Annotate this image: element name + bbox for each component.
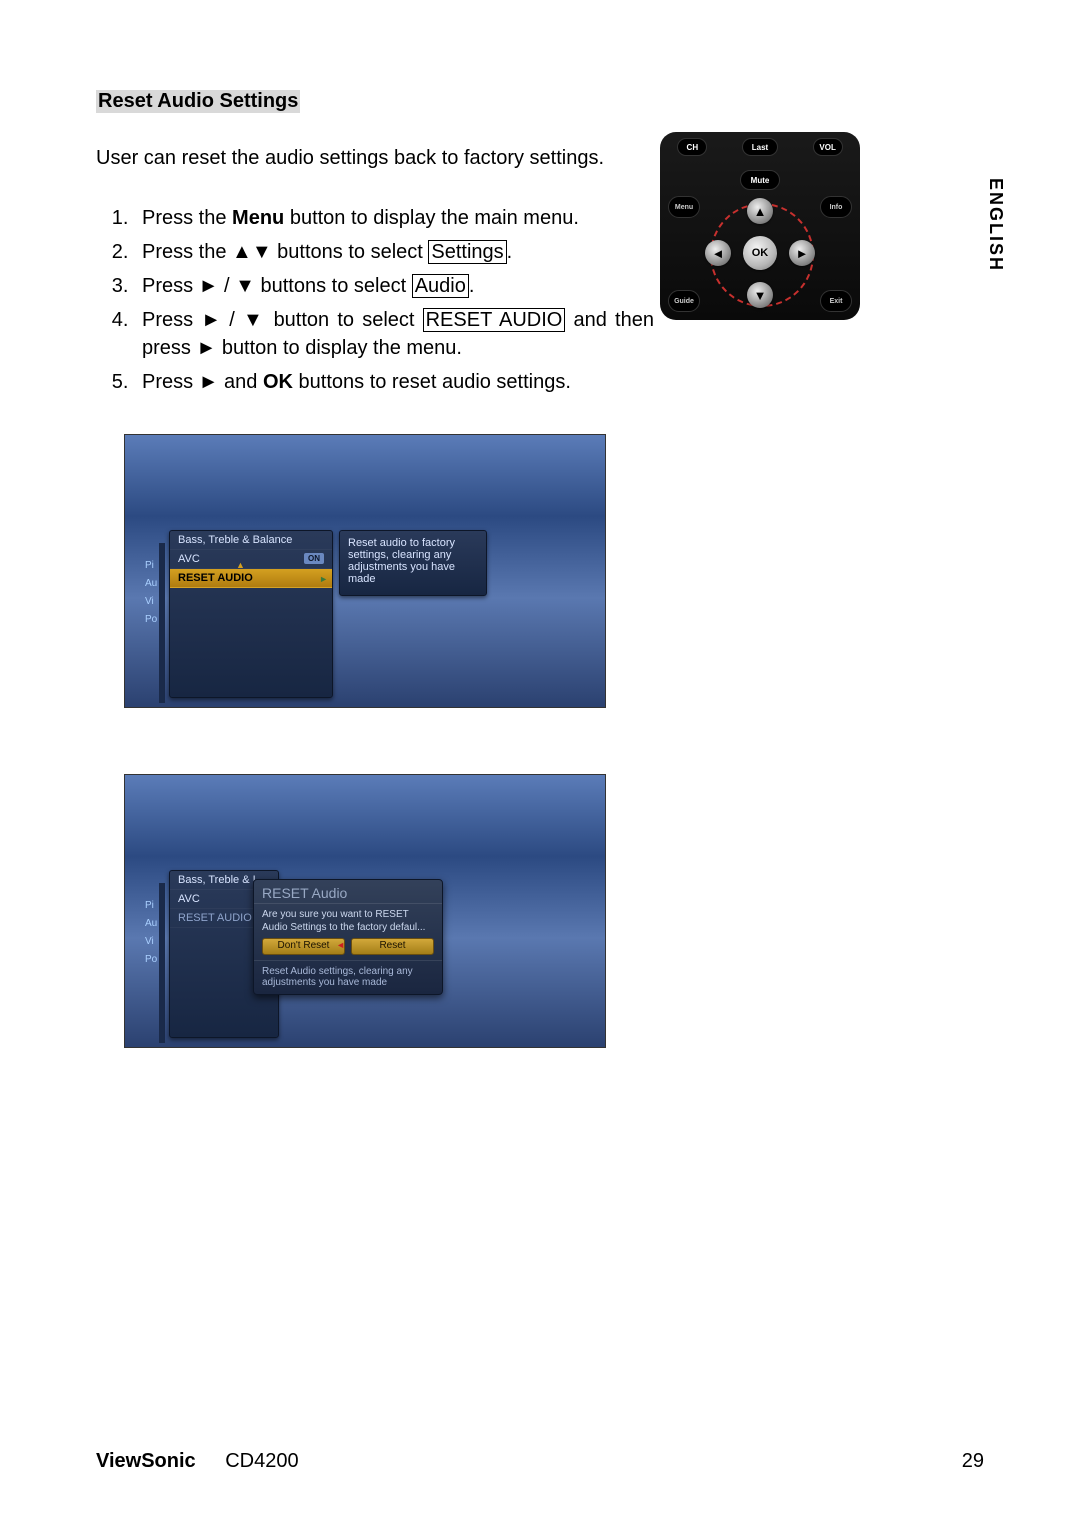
osd-side-labels: Pi Au Vi Po xyxy=(145,897,159,969)
dont-reset-button: Don't Reset ◄ xyxy=(262,938,345,955)
dialog-footer: Reset Audio settings, clearing any adjus… xyxy=(254,960,442,994)
step-text: Press the xyxy=(142,207,232,229)
side-label: Pi xyxy=(145,557,159,575)
remote-exit-button: Exit xyxy=(820,290,852,312)
footer-model: CD4200 xyxy=(225,1450,298,1472)
menu-row-avc: AVC▲ xyxy=(170,550,332,569)
section-heading: Reset Audio Settings xyxy=(96,90,300,113)
remote-illustration: CH Last VOL Mute Menu Info Guide Exit ▲ … xyxy=(660,132,860,320)
osd-reset-dialog: RESET Audio Are you sure you want to RES… xyxy=(253,879,443,995)
remote-ok-button: OK xyxy=(743,236,777,270)
boxed-settings: Settings xyxy=(428,240,506,264)
side-label: Au xyxy=(145,575,159,593)
step-text: Press ► / ▼ button to select xyxy=(142,309,423,331)
instruction-list: Press the Menu button to display the mai… xyxy=(96,204,654,396)
boxed-audio: Audio xyxy=(412,274,469,298)
menu-word: Menu xyxy=(232,207,284,229)
remote-dpad: ▲ ▼ ◄ ► OK xyxy=(701,194,819,312)
side-label: Au xyxy=(145,915,159,933)
menu-row-bass: Bass, Treble & Balance xyxy=(170,531,332,550)
step-text: buttons to reset audio settings. xyxy=(293,371,571,393)
osd-menu-panel: Bass, Treble & Balance AVC▲ RESET AUDIO ► xyxy=(169,530,333,698)
menu-row-reset-audio: RESET AUDIO ► xyxy=(170,569,332,588)
side-label: Vi xyxy=(145,593,159,611)
remote-vol-button: VOL xyxy=(813,138,843,156)
ok-word: OK xyxy=(263,371,293,393)
osd-leftbar-icon xyxy=(159,543,165,703)
step-2: Press the ▲▼ buttons to select Settings. xyxy=(134,238,654,266)
language-tab: ENGLISH xyxy=(985,178,1006,272)
reset-button: Reset xyxy=(351,938,434,955)
remote-mute-button: Mute xyxy=(740,170,780,190)
osd-description-panel: Reset audio to factory settings, clearin… xyxy=(339,530,487,596)
remote-right-button: ► xyxy=(789,240,815,266)
osd-leftbar-icon xyxy=(159,883,165,1043)
step-text: . xyxy=(469,275,475,297)
osd-screenshot-2: Pi Au Vi Po Bass, Treble & I AVC RESET A… xyxy=(124,774,606,1048)
step-text: Press ► and xyxy=(142,371,263,393)
side-label: Po xyxy=(145,611,159,629)
step-text: Press the ▲▼ buttons to select xyxy=(142,241,428,263)
menu-row-label: AVC xyxy=(178,553,200,565)
footer-brand: ViewSonic xyxy=(96,1450,196,1472)
boxed-reset-audio: RESET AUDIO xyxy=(423,308,566,332)
button-label: Don't Reset xyxy=(278,940,330,951)
remote-up-button: ▲ xyxy=(747,198,773,224)
remote-guide-button: Guide xyxy=(668,290,700,312)
remote-left-button: ◄ xyxy=(705,240,731,266)
remote-last-button: Last xyxy=(742,138,778,156)
remote-ch-button: CH xyxy=(677,138,707,156)
step-3: Press ► / ▼ buttons to select Audio. xyxy=(134,272,654,300)
step-4: Press ► / ▼ button to select RESET AUDIO… xyxy=(134,306,654,362)
step-1: Press the Menu button to display the mai… xyxy=(134,204,654,232)
page-footer: ViewSonic CD4200 29 xyxy=(96,1450,984,1473)
menu-row-label: RESET AUDIO xyxy=(178,572,253,584)
side-label: Vi xyxy=(145,933,159,951)
osd-side-labels: Pi Au Vi Po xyxy=(145,557,159,629)
step-text: button to display the main menu. xyxy=(284,207,579,229)
step-5: Press ► and OK buttons to reset audio se… xyxy=(134,368,654,396)
dialog-message: Are you sure you want to RESET Audio Set… xyxy=(262,909,434,934)
dialog-title: RESET Audio xyxy=(254,880,442,904)
triangle-left-icon: ◄ xyxy=(336,940,345,951)
step-text: Press ► / ▼ buttons to select xyxy=(142,275,412,297)
side-label: Pi xyxy=(145,897,159,915)
remote-down-button: ▼ xyxy=(747,282,773,308)
osd-screenshot-1: Pi Au Vi Po Bass, Treble & Balance AVC▲ … xyxy=(124,434,606,708)
remote-menu-button: Menu xyxy=(668,196,700,218)
page-number: 29 xyxy=(962,1450,984,1473)
step-text: . xyxy=(507,241,513,263)
remote-info-button: Info xyxy=(820,196,852,218)
side-label: Po xyxy=(145,951,159,969)
triangle-right-icon: ► xyxy=(319,574,328,584)
